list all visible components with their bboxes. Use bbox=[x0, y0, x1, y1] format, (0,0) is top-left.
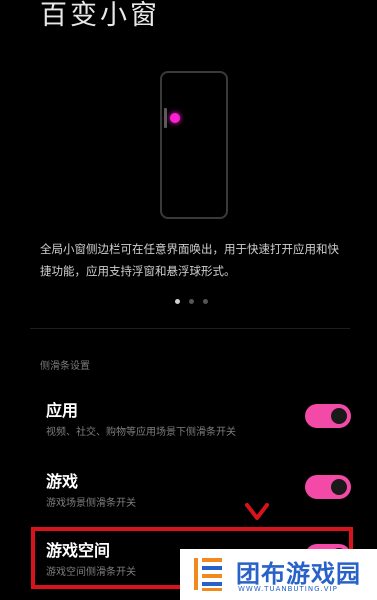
floating-dot-icon bbox=[170, 113, 180, 123]
pager-dot-3[interactable] bbox=[203, 299, 208, 304]
toggle-knob bbox=[331, 479, 347, 495]
phone-side-bar-indicator bbox=[164, 108, 167, 128]
apps-toggle[interactable] bbox=[305, 404, 351, 428]
watermark-text: 团布游戏园 bbox=[236, 560, 361, 588]
setting-title: 游戏 bbox=[46, 472, 79, 491]
section-label: 侧滑条设置 bbox=[40, 361, 90, 372]
setting-row-games[interactable]: 游戏 游戏场景侧滑条开关 bbox=[30, 464, 355, 520]
pager-dot-1[interactable] bbox=[175, 299, 180, 304]
setting-title: 应用 bbox=[46, 401, 79, 420]
feature-description: 全局小窗侧边栏可在任意界面唤出，用于快速打开应用和快捷功能，应用支持浮窗和悬浮球… bbox=[40, 242, 339, 278]
section-divider bbox=[30, 328, 350, 329]
pager-dot-2[interactable] bbox=[189, 299, 194, 304]
toggle-knob bbox=[331, 408, 347, 424]
watermark-logo-icon bbox=[194, 558, 222, 591]
page-title: 百变小窗 bbox=[40, 0, 160, 31]
watermark: 团布游戏园 WWW.TUANBUTING.VIP bbox=[180, 549, 377, 600]
watermark-url: WWW.TUANBUTING.VIP bbox=[238, 585, 338, 593]
setting-desc: 游戏场景侧滑条开关 bbox=[46, 498, 136, 509]
phone-illustration bbox=[160, 71, 228, 219]
setting-desc: 视频、社交、购物等应用场景下侧滑条开关 bbox=[46, 427, 236, 438]
games-toggle[interactable] bbox=[305, 475, 351, 499]
carousel-pager bbox=[175, 299, 208, 304]
arrow-down-icon bbox=[245, 503, 269, 520]
setting-row-apps[interactable]: 应用 视频、社交、购物等应用场景下侧滑条开关 bbox=[30, 393, 355, 449]
